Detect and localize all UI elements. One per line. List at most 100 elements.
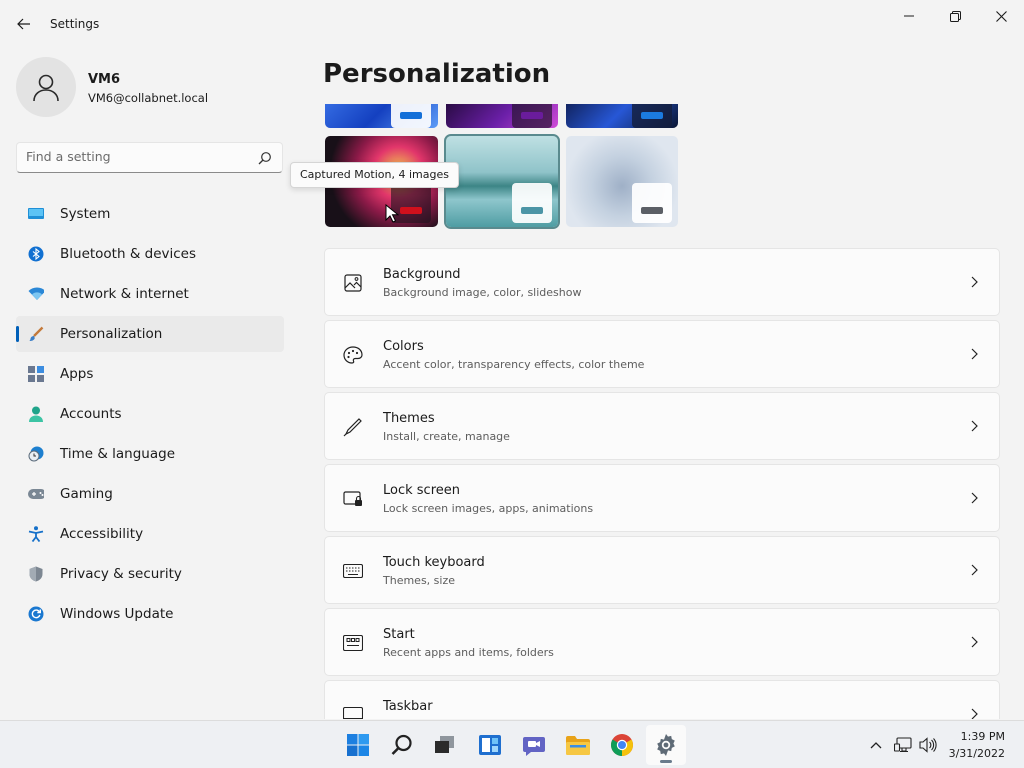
search-box[interactable] (16, 142, 283, 173)
sidebar-item-label: Time & language (60, 446, 176, 462)
card-subtitle: Install, create, manage (383, 430, 510, 443)
windows-start-icon (347, 734, 369, 756)
sidebar-item-bluetooth-devices[interactable]: Bluetooth & devices (16, 236, 284, 272)
sidebar-item-accounts[interactable]: Accounts (16, 396, 284, 432)
theme-thumbnail[interactable] (566, 104, 678, 128)
person-icon (33, 74, 59, 102)
card-title: Lock screen (383, 483, 460, 498)
mouse-cursor-icon (385, 204, 399, 223)
theme-tooltip: Captured Motion, 4 images (290, 162, 459, 188)
theme-thumbnail[interactable] (325, 104, 438, 128)
sidebar-item-network-internet[interactable]: Network & internet (16, 276, 284, 312)
start-button[interactable] (338, 725, 378, 765)
sidebar-item-label: Apps (60, 366, 94, 382)
task-view-button[interactable] (425, 725, 465, 765)
chrome-button[interactable] (602, 725, 642, 765)
network-status-button[interactable] (893, 735, 913, 755)
taskbar-card[interactable]: Taskbar (324, 680, 1000, 719)
card-subtitle: Lock screen images, apps, animations (383, 502, 594, 515)
monitor-icon (28, 206, 44, 222)
sidebar-item-windows-update[interactable]: Windows Update (16, 596, 284, 632)
lock-screen-icon (343, 489, 363, 509)
search-icon[interactable] (258, 151, 272, 165)
settings-content[interactable]: Background Background image, color, slid… (320, 104, 1010, 719)
card-title: Colors (383, 339, 424, 354)
sidebar-item-privacy-security[interactable]: Privacy & security (16, 556, 284, 592)
sidebar-item-label: Accessibility (60, 526, 144, 542)
sidebar-item-apps[interactable]: Apps (16, 356, 284, 392)
sidebar-item-label: System (60, 206, 111, 222)
theme-thumbnail-glow[interactable] (444, 134, 560, 229)
taskbar-clock-date[interactable]: 3/31/2022 (949, 747, 1005, 760)
clock-globe-icon (28, 446, 44, 462)
sidebar-nav: System Bluetooth & devices Network & int… (16, 196, 284, 636)
chevron-right-icon (971, 708, 978, 719)
theme-preview-chip (632, 104, 672, 128)
task-view-icon (435, 736, 454, 753)
background-card[interactable]: Background Background image, color, slid… (324, 248, 1000, 316)
widgets-icon (479, 735, 501, 755)
volume-icon (919, 737, 937, 753)
restore-icon (949, 10, 961, 22)
gamepad-icon (28, 486, 44, 502)
sidebar-item-label: Windows Update (60, 606, 174, 622)
user-name: VM6 (88, 72, 121, 87)
sidebar-item-personalization[interactable]: Personalization (16, 316, 284, 352)
close-button[interactable] (978, 0, 1024, 32)
back-button[interactable] (12, 10, 36, 38)
palette-icon (343, 345, 363, 365)
sidebar-item-label: Accounts (60, 406, 122, 422)
start-menu-icon (343, 633, 363, 653)
sidebar-item-accessibility[interactable]: Accessibility (16, 516, 284, 552)
card-title: Themes (383, 411, 435, 426)
chrome-icon (611, 734, 633, 756)
file-explorer-button[interactable] (558, 725, 598, 765)
settings-app-button[interactable] (646, 725, 686, 765)
minimize-button[interactable] (886, 0, 932, 32)
chevron-right-icon (971, 276, 978, 288)
chevron-right-icon (971, 348, 978, 360)
restore-button[interactable] (932, 0, 978, 32)
minimize-icon (904, 15, 914, 17)
chevron-right-icon (971, 492, 978, 504)
search-icon (391, 734, 412, 755)
card-title: Start (383, 627, 415, 642)
widgets-button[interactable] (470, 725, 510, 765)
card-subtitle: Recent apps and items, folders (383, 646, 554, 659)
user-email: VM6@collabnet.local (88, 91, 209, 105)
volume-button[interactable] (918, 735, 938, 755)
lock-screen-card[interactable]: Lock screen Lock screen images, apps, an… (324, 464, 1000, 532)
sidebar-item-label: Gaming (60, 486, 113, 502)
taskbar-search-button[interactable] (382, 725, 422, 765)
show-hidden-icons-button[interactable] (866, 735, 886, 755)
chevron-right-icon (971, 564, 978, 576)
teams-chat-icon (523, 737, 545, 756)
sidebar-item-gaming[interactable]: Gaming (16, 476, 284, 512)
sidebar-item-time-language[interactable]: Time & language (16, 436, 284, 472)
teams-chat-button[interactable] (514, 725, 554, 765)
touch-keyboard-card[interactable]: Touch keyboard Themes, size (324, 536, 1000, 604)
close-icon (995, 10, 1007, 22)
keyboard-icon (343, 561, 363, 581)
sidebar-item-label: Network & internet (60, 286, 189, 302)
theme-thumbnail-windows-light[interactable] (566, 136, 678, 227)
card-subtitle: Background image, color, slideshow (383, 286, 582, 299)
themes-card[interactable]: Themes Install, create, manage (324, 392, 1000, 460)
page-title: Personalization (323, 59, 551, 89)
taskbar-icon (343, 705, 363, 719)
colors-card[interactable]: Colors Accent color, transparency effect… (324, 320, 1000, 388)
search-input[interactable] (26, 149, 246, 164)
account-icon (28, 406, 44, 422)
taskbar-clock-time[interactable]: 1:39 PM (961, 730, 1005, 743)
update-icon (28, 606, 44, 622)
avatar[interactable] (16, 57, 76, 117)
apps-icon (28, 366, 44, 382)
start-card[interactable]: Start Recent apps and items, folders (324, 608, 1000, 676)
sidebar-item-system[interactable]: System (16, 196, 284, 232)
back-arrow-icon (17, 18, 30, 30)
theme-thumbnail[interactable] (446, 104, 558, 128)
brush-icon (28, 326, 44, 342)
chevron-right-icon (971, 636, 978, 648)
shield-icon (28, 566, 44, 582)
theme-preview-chip (512, 183, 552, 223)
